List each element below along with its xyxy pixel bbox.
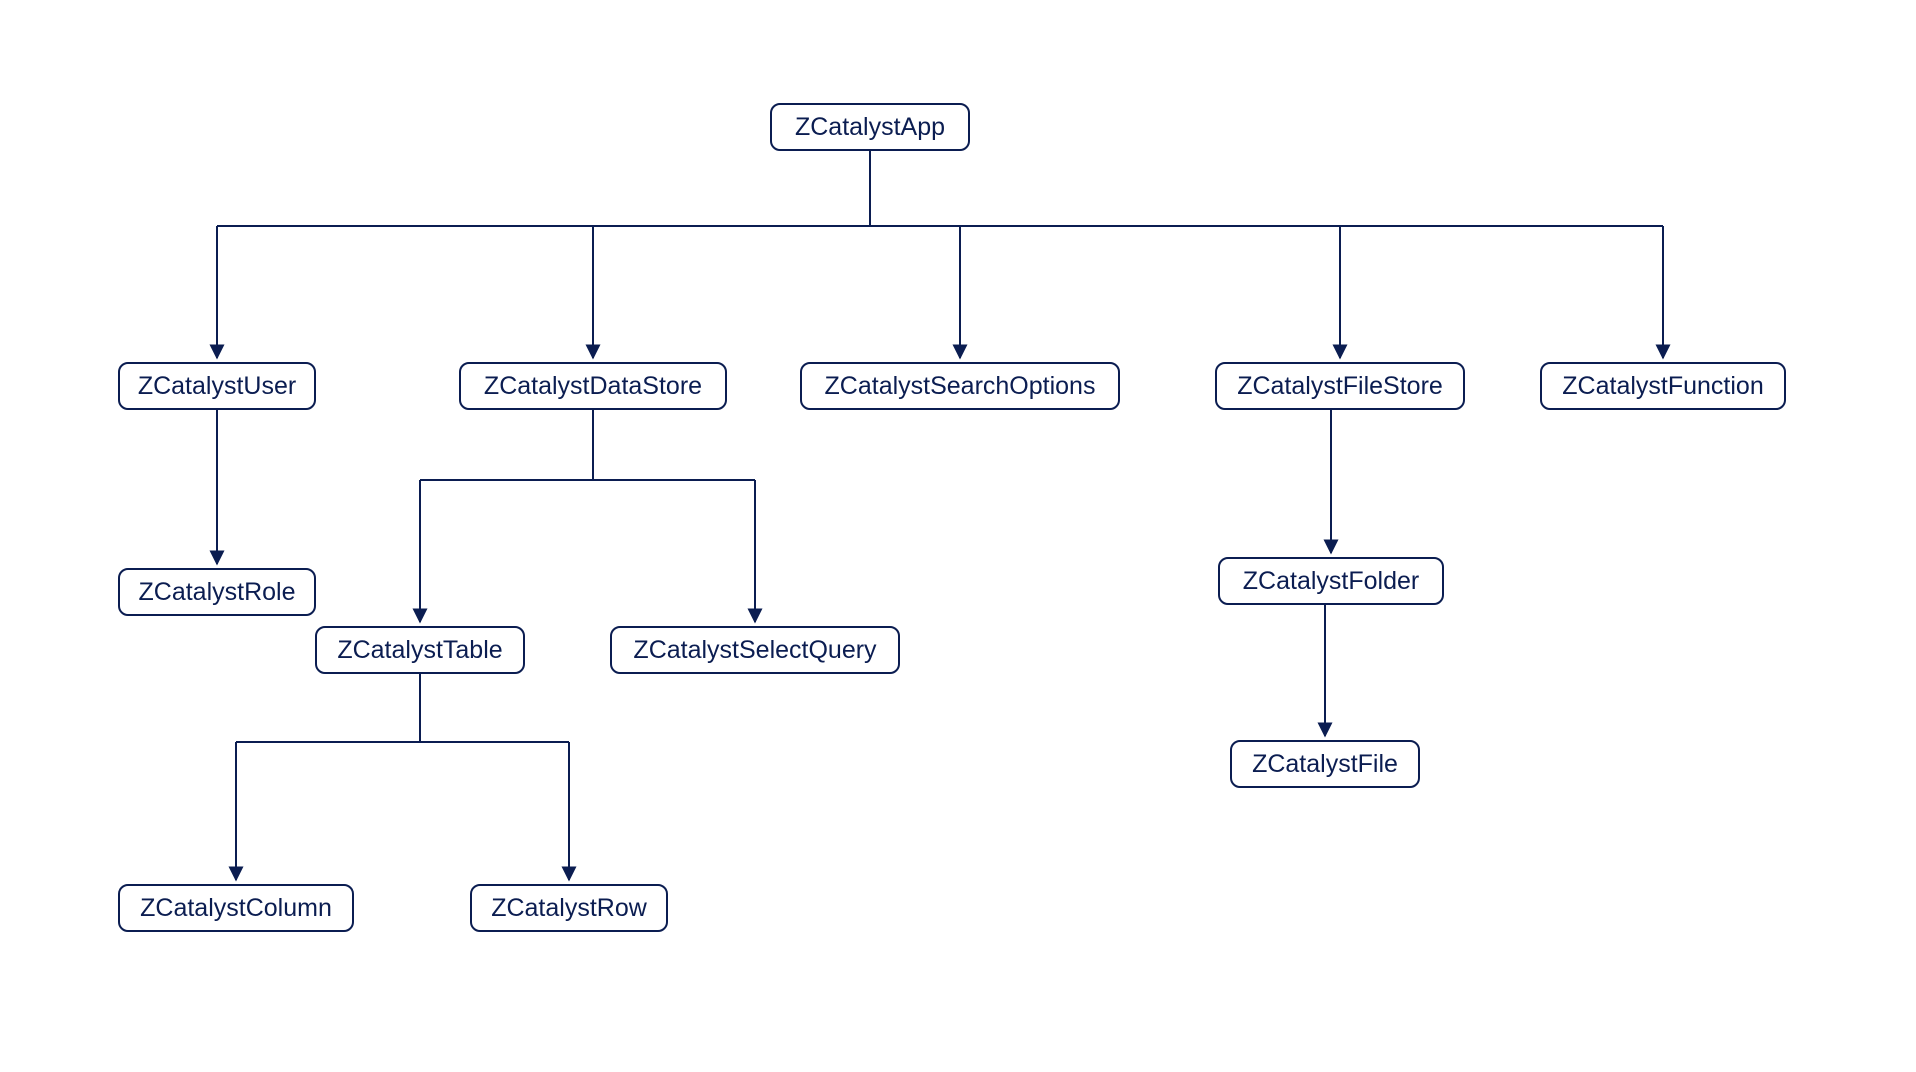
node-label: ZCatalystRow <box>491 894 647 923</box>
node-label: ZCatalystRole <box>139 578 296 607</box>
node-label: ZCatalystUser <box>138 372 296 401</box>
node-label: ZCatalystFunction <box>1562 372 1763 401</box>
node-label: ZCatalystSelectQuery <box>633 636 876 665</box>
node-zcatalyst-select-query: ZCatalystSelectQuery <box>610 626 900 674</box>
node-zcatalyst-user: ZCatalystUser <box>118 362 316 410</box>
node-zcatalyst-row: ZCatalystRow <box>470 884 668 932</box>
node-zcatalyst-datastore: ZCatalystDataStore <box>459 362 727 410</box>
node-label: ZCatalystApp <box>795 113 945 142</box>
node-zcatalyst-role: ZCatalystRole <box>118 568 316 616</box>
node-label: ZCatalystFolder <box>1243 567 1419 596</box>
node-label: ZCatalystDataStore <box>484 372 702 401</box>
node-zcatalyst-file: ZCatalystFile <box>1230 740 1420 788</box>
node-label: ZCatalystFileStore <box>1237 372 1443 401</box>
node-zcatalyst-table: ZCatalystTable <box>315 626 525 674</box>
node-zcatalyst-search-options: ZCatalystSearchOptions <box>800 362 1120 410</box>
node-zcatalyst-function: ZCatalystFunction <box>1540 362 1786 410</box>
node-zcatalyst-column: ZCatalystColumn <box>118 884 354 932</box>
node-zcatalyst-filestore: ZCatalystFileStore <box>1215 362 1465 410</box>
node-label: ZCatalystSearchOptions <box>825 372 1096 401</box>
node-label: ZCatalystColumn <box>140 894 332 923</box>
node-label: ZCatalystTable <box>337 636 502 665</box>
node-zcatalyst-folder: ZCatalystFolder <box>1218 557 1444 605</box>
node-zcatalyst-app: ZCatalystApp <box>770 103 970 151</box>
node-label: ZCatalystFile <box>1252 750 1398 779</box>
